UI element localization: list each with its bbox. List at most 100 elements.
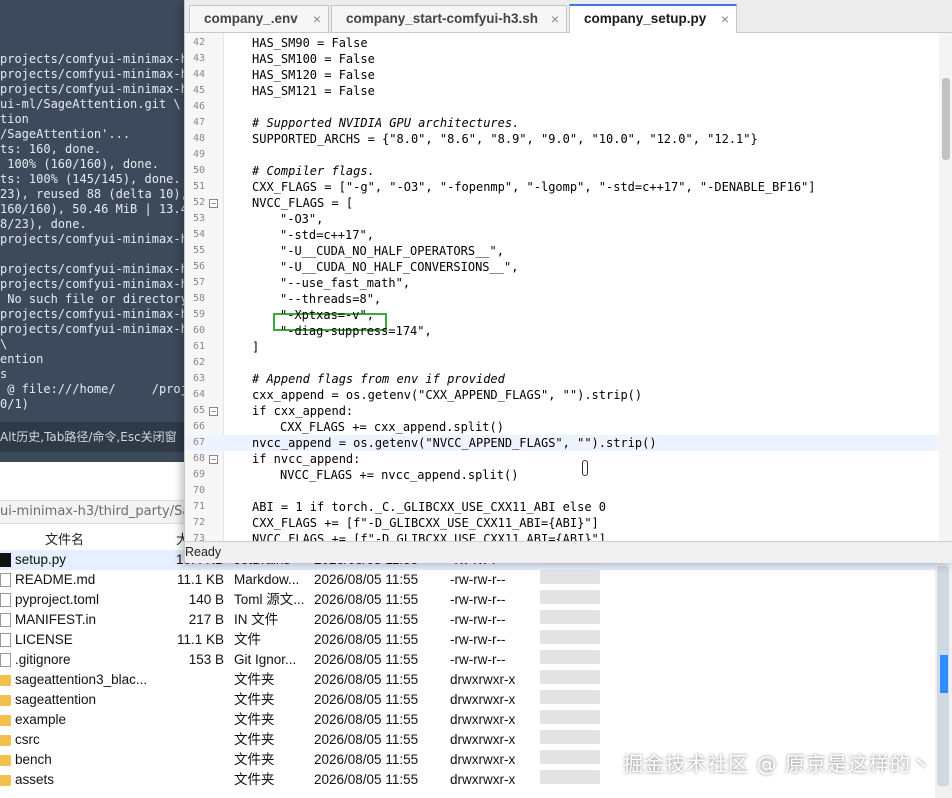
code-line[interactable]: 68− if nvcc_append: [185,451,939,467]
code-text: # Supported NVIDIA GPU architectures. [252,116,520,130]
py-file-icon [0,553,11,567]
terminal-line: projects/comfyui-minimax-h3 [0,82,184,96]
terminal-line: projects/comfyui-minimax-h3 [0,277,184,291]
fold-toggle-icon[interactable]: − [209,407,218,416]
code-line[interactable]: 69 NVCC_FLAGS += nvcc_append.split() [185,467,939,483]
fold-toggle-icon[interactable]: − [209,199,218,208]
code-text: if cxx_append: [252,404,354,418]
code-line[interactable]: 58 "--threads=8", [185,291,939,307]
terminal-line: ui-ml/SageAttention.git \ [0,97,181,111]
line-number: 67 [192,437,205,448]
terminal-line: No such file or directory [0,292,184,306]
code-line[interactable]: 50 # Compiler flags. [185,163,939,179]
file-permissions: drwxrwxr-x [450,672,516,687]
file-row[interactable]: sageattention 文件夹 2026/08/05 11:55 drwxrwxr… [0,690,935,710]
file-row[interactable]: MANIFEST.in 217 B IN 文件 2026/08/05 11:55 -rw… [0,610,935,630]
code-line[interactable]: 51 CXX_FLAGS = ["-g", "-O3", "-fopenmp", … [185,179,939,195]
file-permissions: drwxrwxr-x [450,772,516,787]
code-line[interactable]: 67 nvcc_append = os.getenv("NVCC_APPEND_F… [185,435,939,451]
line-number: 48 [192,133,205,144]
file-row[interactable]: .gitignore 153 B Git Ignor... 2026/08/05 11… [0,650,935,670]
code-line[interactable]: 42 HAS_SM90 = False [185,35,939,51]
close-icon[interactable]: × [551,6,559,32]
file-owner-redacted [540,750,600,764]
code-line[interactable]: 55 "-U__CUDA_NO_HALF_OPERATORS__", [185,243,939,259]
editor-tab[interactable]: company_.env × [189,5,329,32]
file-size: 11.1 KB [176,572,224,587]
file-manager-path-bar[interactable]: ui-minimax-h3/third_party/Sa [0,500,184,524]
code-line[interactable]: 48 SUPPORTED_ARCHS = {"8.0", "8.6", "8.9"… [185,131,939,147]
code-line[interactable]: 53 "-O3", [185,211,939,227]
code-line[interactable]: 44 HAS_SM120 = False [185,67,939,83]
terminal-line: @ file:///home/ /proje [0,382,184,396]
file-size: 217 B [188,612,224,627]
fold-toggle-icon[interactable]: − [209,455,218,464]
terminal-line: 0/1) [0,397,29,411]
editor-tab[interactable]: company_setup.py × [569,4,737,33]
file-name: example [15,712,67,727]
code-line[interactable]: 71 ABI = 1 if torch._C._GLIBCXX_USE_CXX11… [185,499,939,515]
code-line[interactable]: 52− NVCC_FLAGS = [ [185,195,939,211]
line-number: 53 [192,213,205,224]
code-line[interactable]: 72 CXX_FLAGS += [f"-D_GLIBCXX_USE_CXX11_A… [185,515,939,531]
code-text: SUPPORTED_ARCHS = {"8.0", "8.6", "8.9", … [252,132,758,146]
file-row[interactable]: pyproject.toml 140 B Toml 源文... 2026/08/05 … [0,590,935,610]
line-number: 61 [192,341,205,352]
line-number: 45 [192,85,205,96]
terminal-panel[interactable]: projects/comfyui-minimax-h3 projects/comf… [0,0,184,462]
editor-tab[interactable]: company_start-comfyui-h3.sh × [331,5,567,32]
file-row[interactable]: csrc 文件夹 2026/08/05 11:55 drwxrwxr-x [0,730,935,750]
code-line[interactable]: 54 "-std=c++17", [185,227,939,243]
file-row[interactable]: example 文件夹 2026/08/05 11:55 drwxrwxr-x [0,710,935,730]
code-text: CXX_FLAGS = ["-g", "-O3", "-fopenmp", "-… [252,180,816,194]
line-number: 62 [192,357,205,368]
code-line[interactable]: 61] [185,339,939,355]
folder-icon [0,695,11,706]
terminal-line: projects/comfyui-minimax-h3 [0,232,184,246]
column-header-name[interactable]: 文件名 [45,529,84,548]
code-line[interactable]: 43 HAS_SM100 = False [185,51,939,67]
code-text: CXX_FLAGS += cxx_append.split() [280,420,504,434]
code-line[interactable]: 73 NVCC_FLAGS += [f"-D_GLIBCXX_USE_CXX11_… [185,531,939,541]
file-type: 文件夹 [234,672,275,687]
code-text: "-std=c++17", [280,228,374,242]
file-date: 2026/08/05 11:55 [314,732,419,747]
file-row[interactable]: LICENSE 11.1 KB 文件 2026/08/05 11:55 -rw-rw-r… [0,630,935,650]
file-row[interactable]: sageattention3_blac... 文件夹 2026/08/05 11:5… [0,670,935,690]
code-line[interactable]: 46 [185,99,939,115]
close-icon[interactable]: × [313,6,321,32]
code-line[interactable]: 47 # Supported NVIDIA GPU architectures. [185,115,939,131]
code-line[interactable]: 62 [185,355,939,371]
file-row[interactable]: README.md 11.1 KB Markdow... 2026/08/05 11:… [0,570,935,590]
code-line[interactable]: 59 "-Xptxas=-v", [185,307,939,323]
terminal-line: 8/23), done. [0,217,87,231]
code-line[interactable]: 66 CXX_FLAGS += cxx_append.split() [185,419,939,435]
code-line[interactable]: 65− if cxx_append: [185,403,939,419]
code-text: nvcc_append = os.getenv("NVCC_APPEND_FLA… [252,436,657,450]
file-permissions: -rw-rw-r-- [450,612,506,627]
code-line[interactable]: 63 # Append flags from env if provided [185,371,939,387]
code-text: NVCC_FLAGS += [f"-D_GLIBCXX_USE_CXX11_AB… [252,532,607,541]
file-permissions: -rw-rw-r-- [450,572,506,587]
file-type: 文件夹 [234,712,275,727]
code-line[interactable]: 49 [185,147,939,163]
code-line[interactable]: 45 HAS_SM121 = False [185,83,939,99]
folder-icon [0,675,11,686]
editor-tab-label: company_.env [204,11,298,26]
code-line[interactable]: 70 [185,483,939,499]
code-line[interactable]: 56 "-U__CUDA_NO_HALF_CONVERSIONS__", [185,259,939,275]
code-line[interactable]: 64 cxx_append = os.getenv("CXX_APPEND_FLA… [185,387,939,403]
editor-tab-label: company_setup.py [584,11,707,26]
file-name: assets [15,772,55,787]
close-icon[interactable]: × [721,6,729,32]
code-area[interactable]: 42 HAS_SM90 = False 43 HAS_SM100 = False 44 H… [185,33,939,541]
code-line[interactable]: 60 "-diag-suppress=174", [185,323,939,339]
file-date: 2026/08/05 11:55 [314,652,419,667]
code-line[interactable]: 57 "--use_fast_math", [185,275,939,291]
file-icon [0,613,11,627]
file-name: README.md [15,572,96,587]
editor-scroll-thumb[interactable] [942,78,950,160]
file-type: 文件夹 [234,772,275,787]
terminal-line: tion [0,112,29,126]
line-number: 52 [192,197,205,208]
